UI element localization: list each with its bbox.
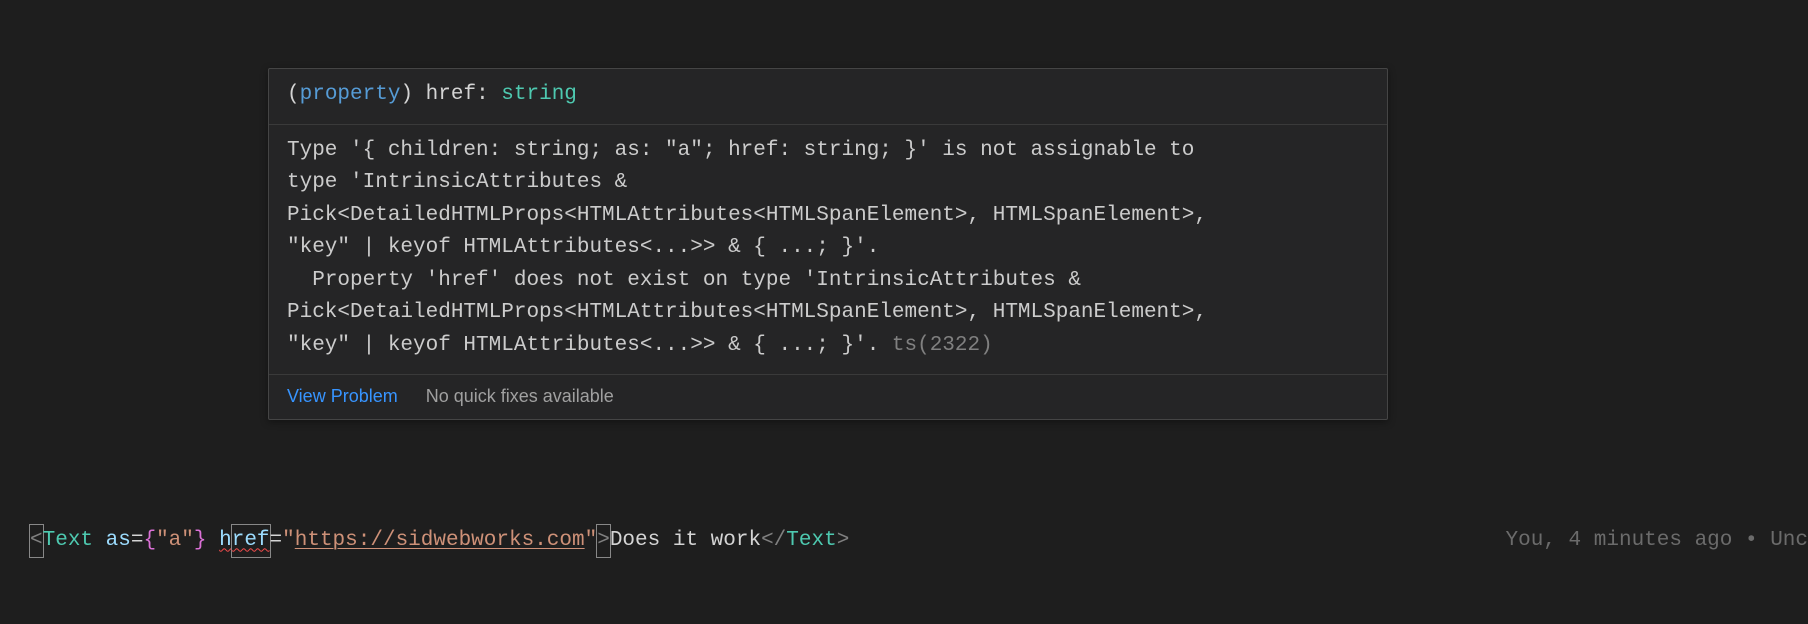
hover-tooltip: (property) href: string Type '{ children… xyxy=(268,68,1388,420)
tooltip-error-body: Type '{ children: string; as: "a"; href:… xyxy=(269,125,1387,376)
jsx-component-open: Text xyxy=(43,525,93,558)
jsx-close-open-angle: < xyxy=(761,525,774,558)
gitlens-blame-text: You, 4 minutes ago • Unc xyxy=(1506,525,1808,558)
jsx-quote-open: " xyxy=(282,525,295,558)
space xyxy=(207,525,220,558)
no-quick-fixes-label: No quick fixes available xyxy=(426,383,614,411)
sig-name: href xyxy=(426,83,476,106)
error-code: ts(2322) xyxy=(879,334,992,357)
sig-colon: : xyxy=(476,83,501,106)
gitlens-blame-annotation: You, 4 minutes ago • Unc xyxy=(1506,523,1808,559)
view-problem-link[interactable]: View Problem xyxy=(287,383,398,411)
tooltip-footer: View Problem No quick fixes available xyxy=(269,375,1387,419)
jsx-eq: = xyxy=(131,525,144,558)
tooltip-signature: (property) href: string xyxy=(269,69,1387,125)
jsx-inner-text: Does it work xyxy=(610,525,761,558)
jsx-close-angle: > xyxy=(596,524,611,559)
jsx-href-url: https://sidwebworks.com xyxy=(295,525,585,558)
sig-paren-open: ( xyxy=(287,83,300,106)
space xyxy=(93,525,106,558)
jsx-component-close: Text xyxy=(786,525,836,558)
error-message-text: Type '{ children: string; as: "a"; href:… xyxy=(287,139,1207,357)
jsx-open-angle: < xyxy=(29,524,44,559)
sig-paren-close: ) xyxy=(400,83,413,106)
jsx-as-value: "a" xyxy=(156,525,194,558)
sig-keyword: property xyxy=(300,83,401,106)
jsx-eq2: = xyxy=(270,525,283,558)
jsx-slash: / xyxy=(774,525,787,558)
jsx-attr-href-ref: ref xyxy=(231,524,271,559)
jsx-brace-close: } xyxy=(194,525,207,558)
sig-space xyxy=(413,83,426,106)
jsx-attr-as: as xyxy=(106,525,131,558)
jsx-brace-open: { xyxy=(143,525,156,558)
jsx-close-close-angle: > xyxy=(837,525,850,558)
sig-type: string xyxy=(501,83,577,106)
